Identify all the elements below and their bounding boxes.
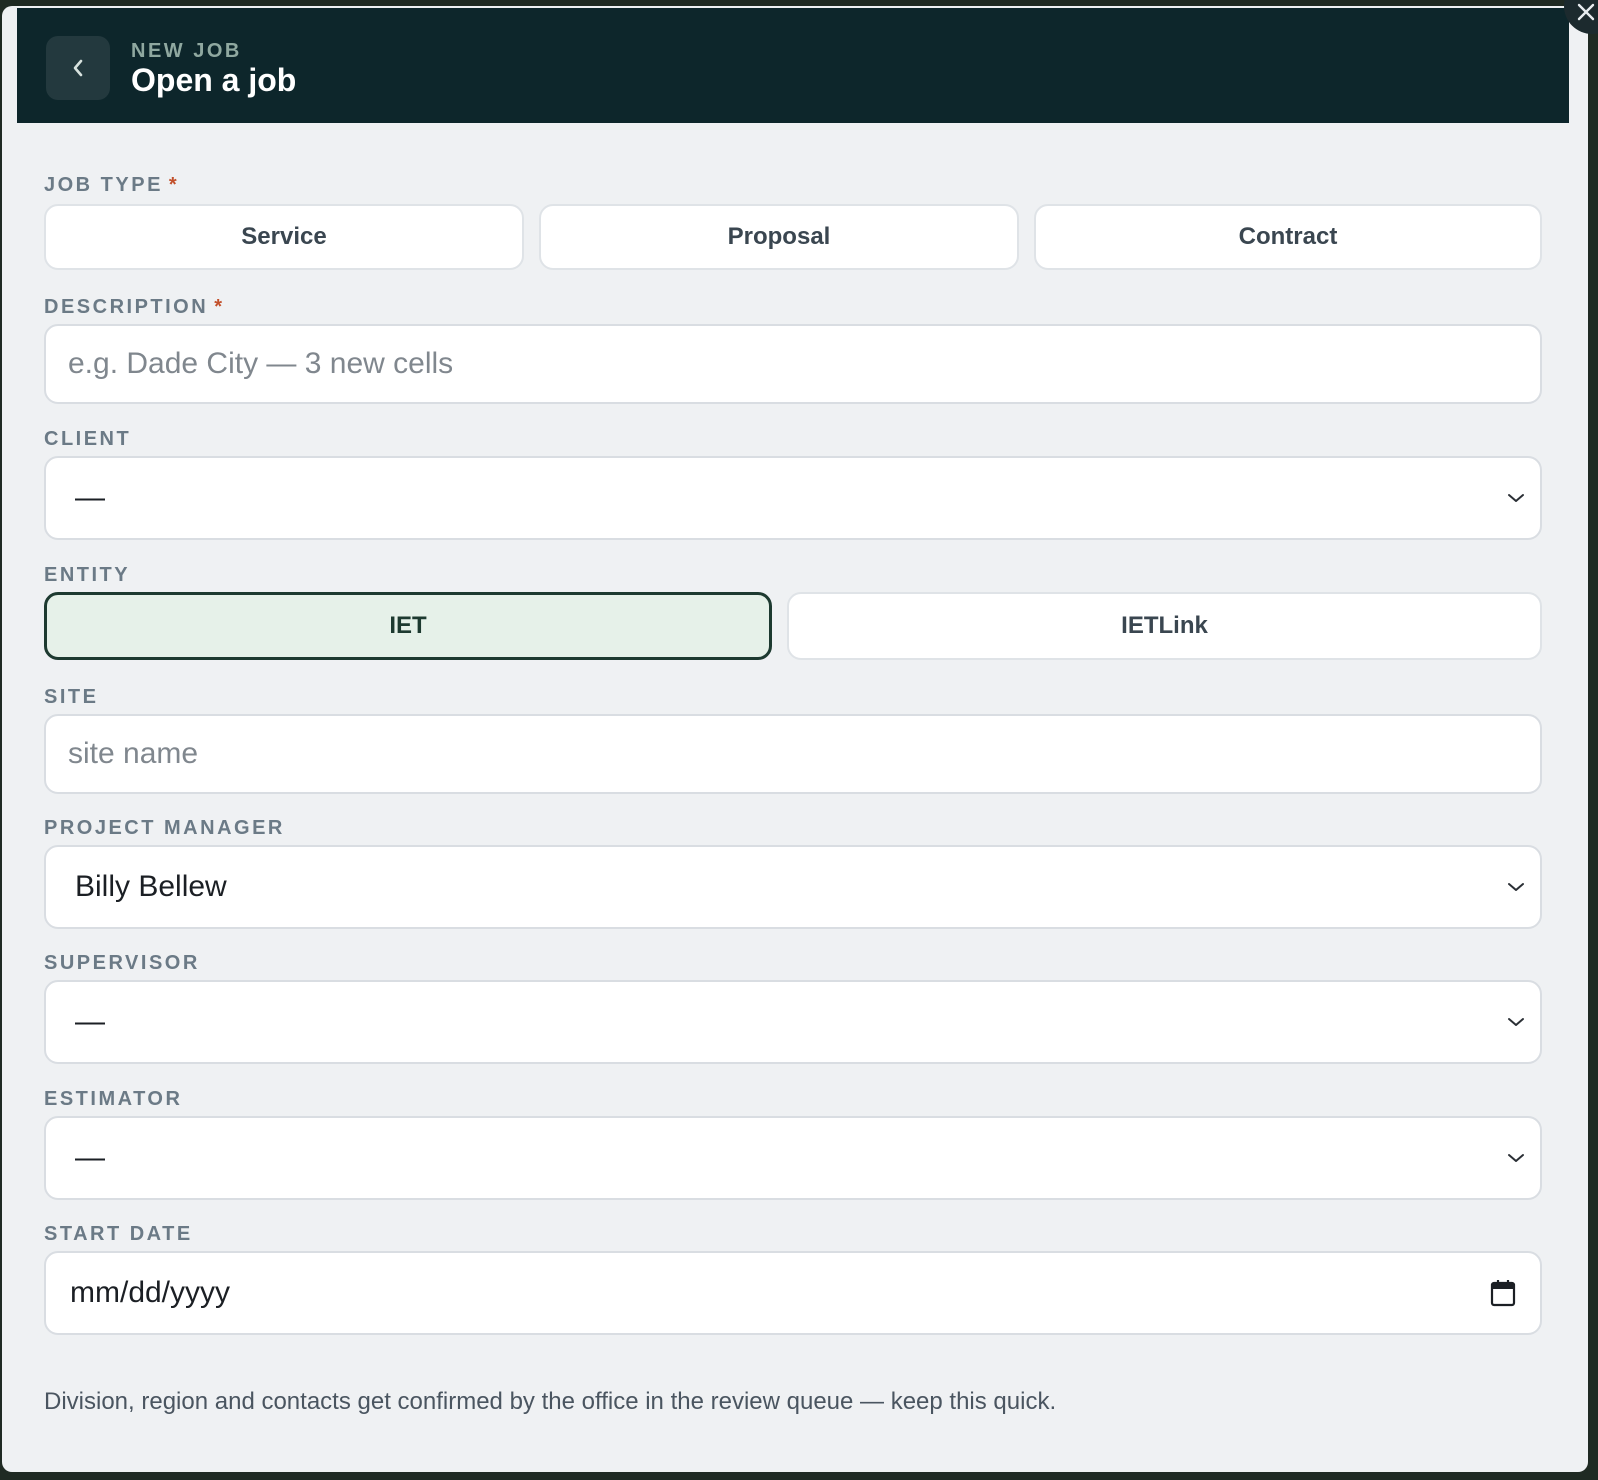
header-eyebrow: NEW JOB xyxy=(131,40,242,62)
modal-header: NEW JOB Open a job xyxy=(17,8,1569,123)
chevron-left-icon xyxy=(71,58,85,78)
entity-ietlink[interactable]: IETLink xyxy=(787,592,1542,660)
description-input[interactable]: e.g. Dade City — 3 new cells xyxy=(44,324,1542,404)
back-button[interactable] xyxy=(46,36,110,100)
site-placeholder: site name xyxy=(68,737,199,770)
project-manager-select[interactable]: Billy Bellew xyxy=(44,845,1542,929)
page-title: Open a job xyxy=(131,62,297,98)
chevron-down-icon xyxy=(1506,1016,1526,1028)
calendar-icon[interactable] xyxy=(1490,1279,1516,1307)
estimator-label: ESTIMATOR xyxy=(44,1088,183,1110)
start-date-value: mm/dd/yyyy xyxy=(70,1276,231,1309)
chevron-down-icon xyxy=(1506,881,1526,893)
supervisor-select[interactable]: — xyxy=(44,980,1542,1064)
footnote: Division, region and contacts get confir… xyxy=(44,1388,1057,1415)
client-label: CLIENT xyxy=(44,428,132,450)
client-value: — xyxy=(75,481,105,514)
description-label: DESCRIPTION * xyxy=(44,296,222,318)
chevron-down-icon xyxy=(1506,1152,1526,1164)
entity-label: ENTITY xyxy=(44,564,131,586)
client-select[interactable]: — xyxy=(44,456,1542,540)
job-type-service[interactable]: Service xyxy=(44,204,524,270)
start-date-input[interactable]: mm/dd/yyyy xyxy=(44,1251,1542,1335)
site-label: SITE xyxy=(44,686,99,708)
close-icon xyxy=(1577,0,1598,20)
estimator-value: — xyxy=(75,1141,105,1174)
project-manager-value: Billy Bellew xyxy=(75,870,227,903)
supervisor-label: SUPERVISOR xyxy=(44,952,200,974)
required-mark: * xyxy=(168,174,177,196)
job-type-proposal[interactable]: Proposal xyxy=(539,204,1019,270)
estimator-select[interactable]: — xyxy=(44,1116,1542,1200)
description-placeholder: e.g. Dade City — 3 new cells xyxy=(68,347,454,380)
project-manager-label: PROJECT MANAGER xyxy=(44,817,285,839)
job-type-contract[interactable]: Contract xyxy=(1034,204,1542,270)
entity-iet[interactable]: IET xyxy=(44,592,772,660)
new-job-modal: NEW JOB Open a job JOB TYPE * Service Pro… xyxy=(2,6,1588,1472)
start-date-label: START DATE xyxy=(44,1223,193,1245)
site-input[interactable]: site name xyxy=(44,714,1542,794)
required-mark: * xyxy=(214,296,222,318)
job-type-label: JOB TYPE * xyxy=(44,174,177,196)
supervisor-value: — xyxy=(75,1005,105,1038)
chevron-down-icon xyxy=(1506,492,1526,504)
